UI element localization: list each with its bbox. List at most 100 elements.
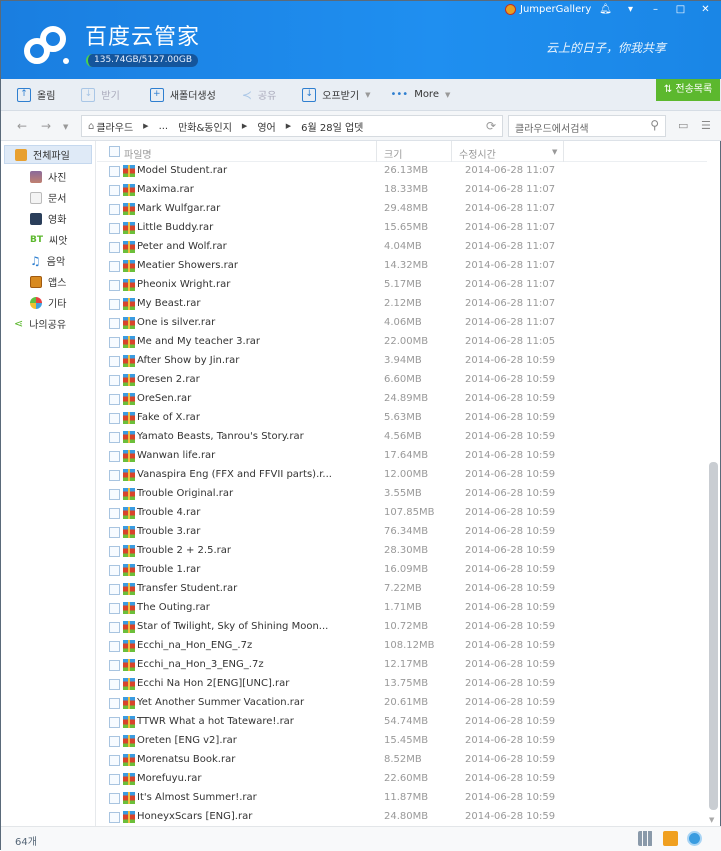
column-divider[interactable]	[563, 141, 564, 162]
file-name[interactable]: Vanaspira Eng (FFX and FFVII parts).r...	[137, 469, 332, 480]
file-row[interactable]: Trouble 2 + 2.5.rar 28.30MB 2014-06-28 10:…	[97, 542, 707, 561]
file-name[interactable]: Wanwan life.rar	[137, 450, 215, 461]
file-row[interactable]: Yamato Beasts, Tanrou's Story.rar 4.56MB 2…	[97, 428, 707, 447]
file-row[interactable]: Ecchi Na Hon 2[ENG][UNC].rar 13.75MB 2014-…	[97, 675, 707, 694]
row-checkbox[interactable]	[109, 451, 120, 462]
file-name[interactable]: One is silver.rar	[137, 317, 215, 328]
file-name[interactable]: Trouble 4.rar	[137, 507, 200, 518]
row-checkbox[interactable]	[109, 679, 120, 690]
file-row[interactable]: Trouble 4.rar 107.85MB 2014-06-28 10:59	[97, 504, 707, 523]
file-row[interactable]: Vanaspira Eng (FFX and FFVII parts).r...…	[97, 466, 707, 485]
file-name[interactable]: It's Almost Summer!.rar	[137, 792, 257, 803]
sidebar-item-all-files[interactable]: 전체파일	[4, 145, 92, 164]
row-checkbox[interactable]	[109, 166, 120, 177]
file-name[interactable]: Mark Wulfgar.rar	[137, 203, 220, 214]
file-row[interactable]: Peter and Wolf.rar 4.04MB 2014-06-28 11:07	[97, 238, 707, 257]
file-row[interactable]: Wanwan life.rar 17.64MB 2014-06-28 10:59	[97, 447, 707, 466]
row-checkbox[interactable]	[109, 489, 120, 500]
row-checkbox[interactable]	[109, 413, 120, 424]
offline-download-button[interactable]: ↓ 오프받기 ▼	[302, 87, 370, 102]
file-name[interactable]: Oreten [ENG v2].rar	[137, 735, 237, 746]
file-name[interactable]: Morefuyu.rar	[137, 773, 201, 784]
new-folder-button[interactable]: + 새폴더생성	[149, 87, 216, 102]
search-input[interactable]: 클라우드에서검색 ⚲	[508, 115, 666, 137]
file-row[interactable]: Oreten [ENG v2].rar 15.45MB 2014-06-28 10:…	[97, 732, 707, 751]
lock-icon[interactable]	[687, 831, 702, 846]
file-name[interactable]: Yet Another Summer Vacation.rar	[137, 697, 304, 708]
row-checkbox[interactable]	[109, 698, 120, 709]
breadcrumb-item[interactable]: 만화&동인지	[178, 119, 232, 134]
sidebar-item-photos[interactable]: 사진	[30, 169, 66, 184]
row-checkbox[interactable]	[109, 812, 120, 823]
file-row[interactable]: Trouble Original.rar 3.55MB 2014-06-28 10:…	[97, 485, 707, 504]
file-row[interactable]: Ecchi_na_Hon_3_ENG_.7z 12.17MB 2014-06-28 …	[97, 656, 707, 675]
breadcrumb-item[interactable]: 클라우드	[96, 119, 133, 134]
forward-button[interactable]: →	[41, 119, 51, 133]
row-checkbox[interactable]	[109, 337, 120, 348]
file-name[interactable]: Fake of X.rar	[137, 412, 200, 423]
share-button[interactable]: ≺ 공유	[242, 87, 276, 103]
row-checkbox[interactable]	[109, 736, 120, 747]
close-button[interactable]: ✕	[693, 2, 718, 18]
row-checkbox[interactable]	[109, 660, 120, 671]
history-dropdown[interactable]: ▼	[63, 123, 68, 131]
row-checkbox[interactable]	[109, 508, 120, 519]
file-row[interactable]: Meatier Showers.rar 14.32MB 2014-06-28 11:…	[97, 257, 707, 276]
file-row[interactable]: Ecchi_na_Hon_ENG_.7z 108.12MB 2014-06-28 1…	[97, 637, 707, 656]
minimize-button[interactable]: –	[643, 2, 668, 18]
row-checkbox[interactable]	[109, 565, 120, 576]
refresh-icon[interactable]: ⟳	[486, 119, 496, 133]
file-name[interactable]: HoneyxScars [ENG].rar	[137, 811, 252, 822]
search-icon[interactable]: ⚲	[650, 118, 659, 132]
file-name[interactable]: Trouble 2 + 2.5.rar	[137, 545, 231, 556]
file-name[interactable]: TTWR What a hot Tateware!.rar	[137, 716, 294, 727]
file-name[interactable]: Trouble 3.rar	[137, 526, 200, 537]
row-checkbox[interactable]	[109, 622, 120, 633]
file-row[interactable]: Me and My teacher 3.rar 22.00MB 2014-06-28…	[97, 333, 707, 352]
row-checkbox[interactable]	[109, 242, 120, 253]
row-checkbox[interactable]	[109, 432, 120, 443]
row-checkbox[interactable]	[109, 793, 120, 804]
download-button[interactable]: ↓ 받기	[81, 87, 120, 102]
file-name[interactable]: Ecchi_na_Hon_3_ENG_.7z	[137, 659, 264, 670]
file-name[interactable]: Star of Twilight, Sky of Shining Moon...	[137, 621, 328, 632]
file-row[interactable]: Transfer Student.rar 7.22MB 2014-06-28 10:…	[97, 580, 707, 599]
file-row[interactable]: Star of Twilight, Sky of Shining Moon...…	[97, 618, 707, 637]
sidebar-item-documents[interactable]: 문서	[30, 190, 66, 205]
file-name[interactable]: Trouble 1.rar	[137, 564, 200, 575]
file-row[interactable]: Fake of X.rar 5.63MB 2014-06-28 10:59	[97, 409, 707, 428]
column-modified[interactable]: 수정시간	[459, 146, 496, 161]
row-checkbox[interactable]	[109, 204, 120, 215]
file-row[interactable]: TTWR What a hot Tateware!.rar 54.74MB 2014…	[97, 713, 707, 732]
back-button[interactable]: ←	[17, 119, 27, 133]
file-name[interactable]: Maxima.rar	[137, 184, 194, 195]
preview-pane-icon[interactable]: ▭	[678, 119, 688, 132]
file-name[interactable]: Transfer Student.rar	[137, 583, 237, 594]
file-name[interactable]: My Beast.rar	[137, 298, 201, 309]
row-checkbox[interactable]	[109, 356, 120, 367]
scroll-down-icon[interactable]: ▼	[709, 816, 714, 824]
row-checkbox[interactable]	[109, 641, 120, 652]
sidebar-item-other[interactable]: 기타	[30, 295, 66, 310]
row-checkbox[interactable]	[109, 299, 120, 310]
file-row[interactable]: Morefuyu.rar 22.60MB 2014-06-28 10:59	[97, 770, 707, 789]
row-checkbox[interactable]	[109, 470, 120, 481]
file-name[interactable]: Trouble Original.rar	[137, 488, 233, 499]
select-all-checkbox[interactable]	[109, 146, 120, 157]
file-row[interactable]: Trouble 1.rar 16.09MB 2014-06-28 10:59	[97, 561, 707, 580]
column-name[interactable]: 파일명	[124, 146, 152, 161]
transfer-list-button[interactable]: ⇅ 전송목록	[656, 79, 720, 101]
upload-tray-icon[interactable]	[663, 831, 678, 846]
bell-icon[interactable]: 🔔︎	[593, 2, 618, 18]
file-row[interactable]: Little Buddy.rar 15.65MB 2014-06-28 11:07	[97, 219, 707, 238]
file-row[interactable]: Maxima.rar 18.33MB 2014-06-28 11:07	[97, 181, 707, 200]
file-name[interactable]: Yamato Beasts, Tanrou's Story.rar	[137, 431, 304, 442]
row-checkbox[interactable]	[109, 280, 120, 291]
breadcrumb-item[interactable]: 영어	[257, 119, 275, 134]
file-row[interactable]: Oresen 2.rar 6.60MB 2014-06-28 10:59	[97, 371, 707, 390]
file-row[interactable]: Mark Wulfgar.rar 29.48MB 2014-06-28 11:07	[97, 200, 707, 219]
file-name[interactable]: After Show by Jin.rar	[137, 355, 239, 366]
row-checkbox[interactable]	[109, 584, 120, 595]
file-row[interactable]: Model Student.rar 26.13MB 2014-06-28 11:07	[97, 162, 707, 181]
user-account[interactable]: JumperGallery	[505, 4, 591, 15]
